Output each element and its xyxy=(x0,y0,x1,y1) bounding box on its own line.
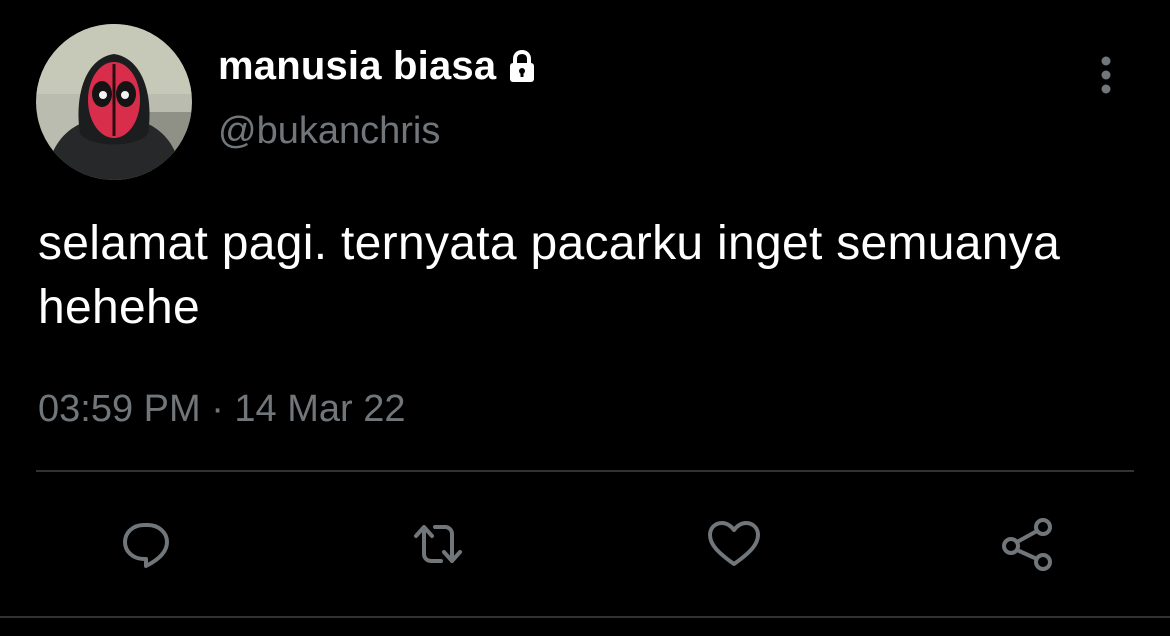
display-name-row: manusia biasa xyxy=(218,40,542,92)
bottom-divider xyxy=(0,616,1170,618)
more-options-button[interactable] xyxy=(1084,50,1128,100)
share-icon xyxy=(1002,518,1052,571)
comment-icon xyxy=(123,523,169,568)
divider xyxy=(36,470,1134,472)
avatar[interactable] xyxy=(36,24,192,180)
lock-icon xyxy=(502,46,542,86)
more-vertical-icon xyxy=(1101,56,1111,94)
retweet-button[interactable] xyxy=(408,514,468,574)
heart-icon xyxy=(708,521,760,566)
share-button[interactable] xyxy=(998,514,1058,574)
reply-button[interactable] xyxy=(116,514,176,574)
like-button[interactable] xyxy=(704,514,764,574)
avatar-image xyxy=(36,24,192,180)
retweet-icon xyxy=(414,525,462,563)
display-name[interactable]: manusia biasa xyxy=(218,44,496,89)
user-handle[interactable]: @bukanchris xyxy=(218,110,440,153)
tweet-text: selamat pagi. ternyata pacarku inget sem… xyxy=(38,217,1061,334)
tweet-timestamp[interactable]: 03:59 PM · 14 Mar 22 xyxy=(38,388,406,431)
